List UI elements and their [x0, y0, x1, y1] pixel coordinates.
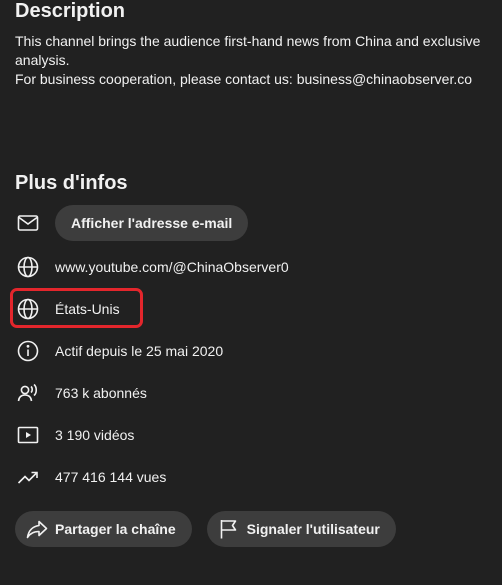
mail-icon: [15, 210, 41, 236]
channel-actions: Partager la chaîne Signaler l'utilisateu…: [15, 511, 396, 547]
videos-count: 3 190 vidéos: [55, 427, 135, 443]
email-row: Afficher l'adresse e-mail: [15, 205, 249, 241]
videos-row: 3 190 vidéos: [15, 418, 134, 452]
description-title: Description: [15, 0, 126, 22]
show-email-button[interactable]: Afficher l'adresse e-mail: [55, 205, 249, 241]
channel-url-row: www.youtube.com/@ChinaObserver0: [15, 250, 289, 284]
play-square-icon: [15, 422, 41, 448]
share-channel-button[interactable]: Partager la chaîne: [15, 511, 192, 547]
flag-icon: [220, 520, 236, 539]
channel-url-link[interactable]: www.youtube.com/@ChinaObserver0: [55, 259, 289, 275]
views-count: 477 416 144 vues: [55, 469, 167, 485]
subscribers-row: 763 k abonnés: [15, 376, 147, 410]
globe-icon: [15, 254, 41, 280]
description-line-2: For business cooperation, please contact…: [15, 71, 473, 87]
views-row: 477 416 144 vues: [15, 460, 166, 494]
share-channel-label: Partager la chaîne: [55, 521, 176, 537]
subscribers-count: 763 k abonnés: [55, 385, 147, 401]
country-highlight-box: [10, 288, 143, 328]
report-user-label: Signaler l'utilisateur: [246, 521, 380, 537]
description-line-1: This channel brings the audience first-h…: [15, 33, 481, 68]
joined-row: Actif depuis le 25 mai 2020: [15, 334, 223, 368]
info-icon: [15, 338, 41, 364]
report-user-button[interactable]: Signaler l'utilisateur: [206, 511, 396, 547]
trending-up-icon: [15, 464, 41, 490]
person-broadcast-icon: [15, 380, 41, 406]
joined-date-text: Actif depuis le 25 mai 2020: [55, 343, 224, 359]
more-info-title: Plus d'infos: [15, 172, 128, 194]
description-text: This channel brings the audience first-h…: [15, 32, 495, 89]
share-icon: [26, 520, 48, 539]
